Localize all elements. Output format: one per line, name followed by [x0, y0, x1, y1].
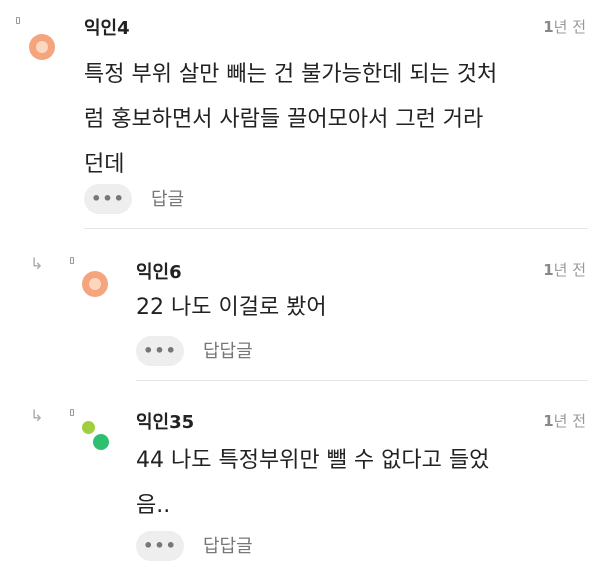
avatar[interactable]: [82, 271, 108, 297]
more-options-button[interactable]: •••: [84, 184, 132, 214]
more-options-button[interactable]: •••: [136, 336, 184, 366]
comment-body: 특정 부위 살만 빼는 건 불가능한데 되는 것처 럼 홍보하면서 사람들 끌어…: [84, 62, 498, 177]
reply-button[interactable]: 답답글: [203, 337, 253, 363]
reply-button[interactable]: 답답글: [203, 532, 253, 558]
comment-author[interactable]: 익인6: [136, 258, 182, 284]
marker-icon: [70, 257, 74, 264]
more-options-button[interactable]: •••: [136, 531, 184, 561]
comment-time: 1년 전: [543, 261, 586, 279]
comment-author[interactable]: 익인35: [136, 408, 194, 434]
reply-button[interactable]: 답글: [151, 185, 184, 211]
reply-arrow-icon: ↳: [30, 254, 44, 273]
marker-icon: [16, 17, 20, 24]
comment-body: 22 나도 이걸로 봤어: [136, 295, 327, 320]
marker-icon: [70, 409, 74, 416]
divider: [84, 228, 588, 229]
avatar[interactable]: [82, 421, 112, 451]
comment-author[interactable]: 익인4: [84, 14, 130, 40]
divider: [136, 380, 588, 381]
comment-body: 44 나도 특정부위만 뺄 수 없다고 들었 음..: [136, 448, 490, 518]
comment-time: 1년 전: [543, 412, 586, 430]
avatar[interactable]: [29, 34, 55, 60]
comment-time: 1년 전: [543, 18, 586, 36]
reply-arrow-icon: ↳: [30, 406, 44, 425]
